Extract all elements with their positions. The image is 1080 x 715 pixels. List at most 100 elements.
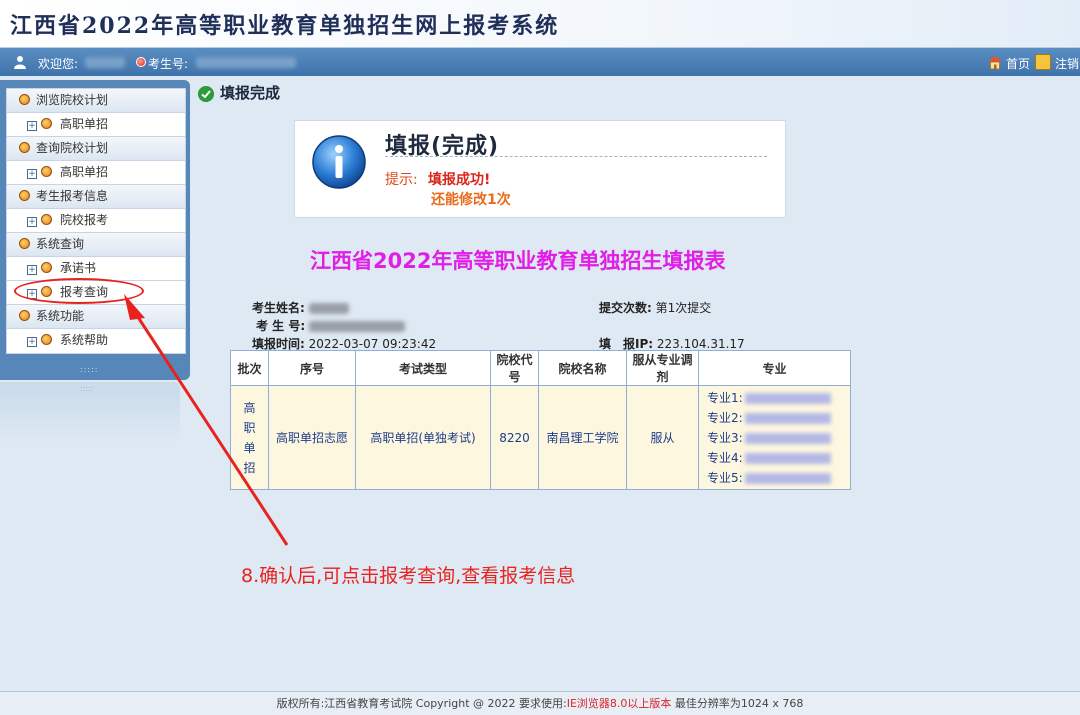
sidebar-group-browse-plans[interactable]: 浏览院校计划 [7,89,185,113]
major-label: 专业2: [707,410,743,425]
logout-link[interactable]: 注销 [1055,55,1079,72]
form-title: 江西省2022年高等职业教育单独招生填报表 [310,249,726,273]
sidebar-group-query-plans[interactable]: 查询院校计划 [7,137,185,161]
name-field: 考生姓名: [252,299,349,316]
sidebar-group-label: 系统查询 [36,237,85,251]
sidebar-menu: 浏览院校计划 + 高职单招 查询院校计划 + 高职单招 考生报考信息 + 院校报考 系… [6,88,186,354]
bullet-icon [19,190,30,201]
system-title: 江西省2022年高等职业教育单独招生网上报考系统 [10,13,560,39]
column-header: 服从专业调剂 [626,350,699,386]
major-line: 专业1: [707,388,850,408]
exam-no-redacted [308,321,405,332]
application-table: 批次 序号 考试类型 院校代号 院校名称 服从专业调剂 专业 高职单招 高职单招… [230,350,851,490]
expand-icon[interactable]: + [27,169,37,179]
footer: 版权所有:江西省教育考试院 Copyright @ 2022 要求使用:IE浏览… [0,691,1080,715]
submit-value: 第1次提交 [655,301,712,315]
major-line: 专业4: [707,448,850,468]
sidebar-group-label: 考生报考信息 [36,189,109,203]
user-icon [14,56,26,69]
exam-no-label: 考生号: [148,57,189,71]
column-header: 考试类型 [355,350,491,386]
notice-hint-label: 提示: [385,172,418,188]
major-line: 专业3: [707,428,850,448]
sidebar-item-label: 高职单招 [60,117,109,131]
top-bar: 欢迎您: 考生号: 首页 注销 [0,48,1080,76]
exam-no-redacted [196,57,296,68]
bullet-icon [19,142,30,153]
seq-cell: 高职单招志愿 [268,385,356,490]
school-code-cell: 8220 [490,385,539,490]
sidebar-group-label: 系统功能 [36,309,85,323]
ip-label: 填 报IP: [599,337,654,351]
adjust-cell: 服从 [626,385,699,490]
major-redacted [744,392,831,404]
table-header-row: 批次 序号 考试类型 院校代号 院校名称 服从专业调剂 专业 [230,350,851,386]
bullet-icon [19,310,30,321]
column-header: 院校名称 [538,350,627,386]
expand-icon[interactable]: + [27,265,37,275]
name-label: 考生姓名: [252,301,305,315]
exam-no-label: 考 生 号: [256,319,306,333]
ip-value: 223.104.31.17 [656,337,745,351]
sidebar-item-label: 高职单招 [60,165,109,179]
batch-value: 高职单招 [243,400,256,475]
sidebar-lower-panel: ::::: [0,382,180,444]
table-row: 高职单招 高职单招志愿 高职单招(单独考试) 8220 南昌理工学院 服从 专业… [230,385,851,490]
sidebar-item-query-gaozhi[interactable]: + 高职单招 [7,161,185,185]
major-redacted [744,432,831,444]
major-label: 专业5: [707,470,743,485]
bullet-icon [19,238,30,249]
home-link[interactable]: 首页 [1006,55,1030,72]
major-label: 专业4: [707,450,743,465]
logout-icon[interactable] [1035,54,1051,70]
exam-no-field: 考 生 号: [256,317,405,334]
success-notice: 填报(完成) 提示: 填报成功! 还能修改1次 [294,120,786,218]
time-value: 2022-03-07 09:23:42 [308,337,437,351]
home-icon[interactable] [987,54,1003,70]
major-redacted [744,452,831,464]
page-title: 填报完成 [220,84,281,102]
sidebar-item-system-help[interactable]: + 系统帮助 [7,329,185,353]
sidebar-grip[interactable]: ::::: [80,384,93,393]
sidebar-item-label: 系统帮助 [60,333,109,347]
sidebar-item-pledge[interactable]: + 承诺书 [7,257,185,281]
footer-prefix: 版权所有:江西省教育考试院 Copyright @ 2022 要求使用: [276,697,567,710]
sidebar-group-applicant-info[interactable]: 考生报考信息 [7,185,185,209]
sidebar-group-label: 查询院校计划 [36,141,109,155]
sidebar-grip[interactable]: ::::: [80,365,98,374]
expand-icon[interactable]: + [27,121,37,131]
expand-icon[interactable]: + [27,337,37,347]
exam-type-cell: 高职单招(单独考试) [355,385,491,490]
batch-cell: 高职单招 [230,385,269,490]
bullet-icon [41,214,52,225]
column-header: 批次 [230,350,269,386]
bullet-icon [41,166,52,177]
sidebar-group-system-query[interactable]: 系统查询 [7,233,185,257]
bullet-icon [19,94,30,105]
major-redacted [744,412,831,424]
notice-message: 填报成功! [428,172,491,188]
sidebar-group-system-functions[interactable]: 系统功能 [7,305,185,329]
time-label: 填报时间: [252,337,305,351]
bullet-icon [41,118,52,129]
column-header: 序号 [268,350,356,386]
sidebar-item-browse-gaozhi[interactable]: + 高职单招 [7,113,185,137]
major-line: 专业5: [707,468,850,488]
sidebar-item-label: 院校报考 [60,213,109,227]
sidebar-item-school-apply[interactable]: + 院校报考 [7,209,185,233]
major-line: 专业2: [707,408,850,428]
username-redacted [85,57,125,68]
majors-cell: 专业1: 专业2: 专业3: 专业4: 专业5: [698,385,851,490]
column-header: 专业 [698,350,851,386]
major-label: 专业3: [707,430,743,445]
name-redacted [308,303,349,314]
welcome-label: 欢迎您: [38,57,79,71]
sidebar-item-label: 承诺书 [60,261,97,275]
footer-suffix: 最佳分辨率为1024 x 768 [671,697,804,710]
exam-no-icon [136,57,146,67]
footer-browser: IE浏览器8.0以上版本 [566,697,672,710]
expand-icon[interactable]: + [27,217,37,227]
annotation-text: 8.确认后,可点击报考查询,查看报考信息 [241,565,576,587]
submit-count-field: 提交次数: 第1次提交 [599,299,711,316]
school-name-cell: 南昌理工学院 [538,385,627,490]
